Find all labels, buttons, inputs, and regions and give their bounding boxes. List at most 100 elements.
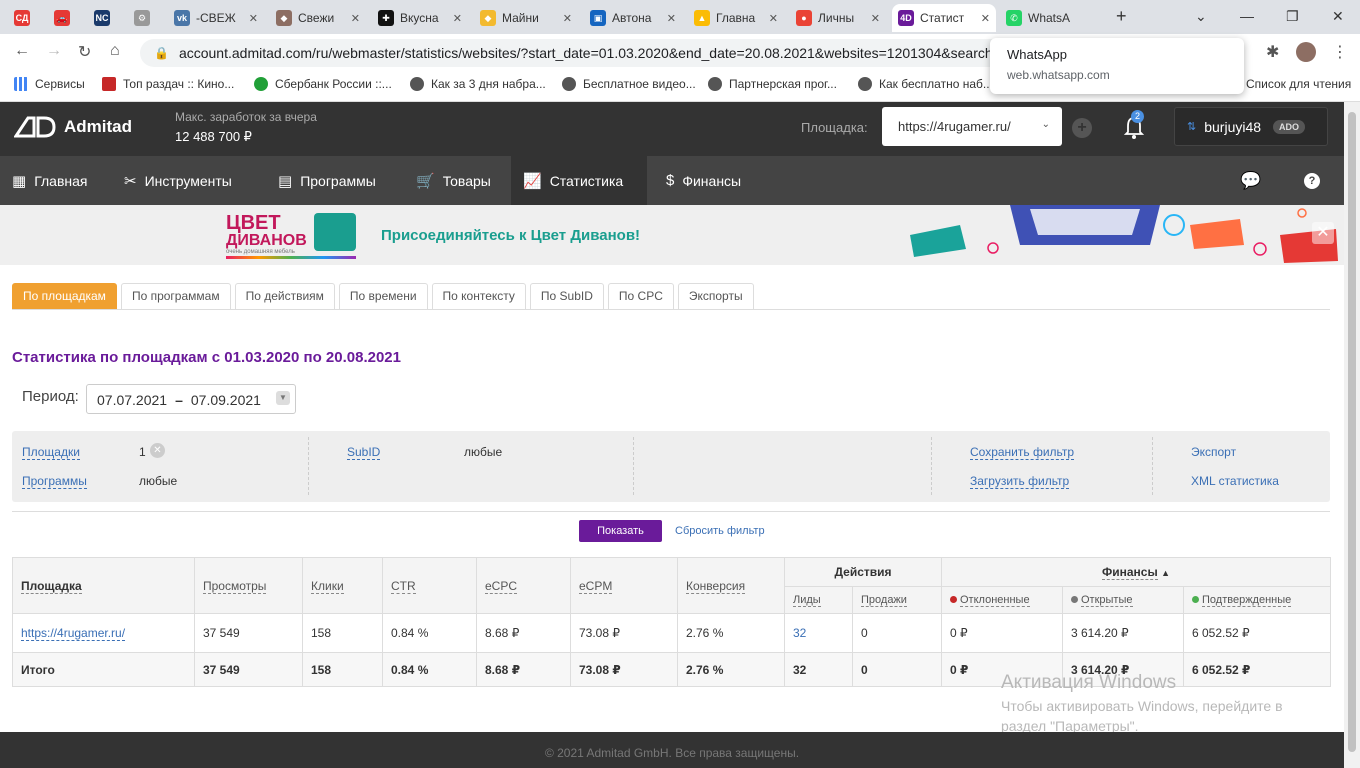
col-sales[interactable]: Продажи [852,586,942,614]
url-input[interactable]: 🔒 account.admitad.com/ru/webmaster/statis… [140,39,1020,67]
stats-tab[interactable]: По CPC [607,283,674,310]
bookmark-item[interactable]: Сбербанк России ::... [254,77,392,91]
col-conversion[interactable]: Конверсия [677,557,785,614]
close-tab-icon[interactable]: ✕ [981,12,990,25]
close-window-icon[interactable]: ✕ [1332,8,1344,25]
close-banner-icon[interactable]: ✕ [1312,222,1334,244]
browser-tab[interactable]: ◆ Свежи ✕ [270,4,366,32]
close-tab-icon[interactable]: ✕ [563,12,572,25]
forward-icon[interactable]: → [46,42,62,60]
col-ecpc[interactable]: eCPC [476,557,571,614]
close-tab-icon[interactable]: ✕ [667,12,676,25]
browser-tab[interactable]: NC [88,4,126,32]
user-menu[interactable]: ⇅ burjuyi48 ADO [1174,107,1328,146]
col-ctr[interactable]: CTR [382,557,477,614]
col-leads[interactable]: Лиды [784,586,853,614]
tab-favicon-icon: ◆ [480,10,496,26]
col-rejected[interactable]: Отклоненные [941,586,1063,614]
stats-tab[interactable]: По площадкам [12,283,117,310]
stats-tab[interactable]: По времени [338,283,428,310]
bookmark-item[interactable]: Топ раздач :: Кино... [102,77,234,91]
browser-tab[interactable]: ▣ Автона ✕ [584,4,682,32]
chat-icon[interactable]: 💬 [1228,156,1273,205]
scrollbar-thumb[interactable] [1348,112,1356,752]
browser-tab[interactable]: 4D Статист ✕ [892,4,996,32]
bookmark-item[interactable]: Как бесплатно наб... [858,77,993,91]
maximize-icon[interactable]: ❐ [1286,8,1299,25]
stats-tab[interactable]: По действиям [234,283,335,310]
col-open[interactable]: Открытые [1062,586,1184,614]
col-confirmed[interactable]: Подтвержденные [1183,586,1331,614]
new-tab-icon[interactable]: + [1116,6,1127,27]
browser-tab[interactable]: ▲ Главна ✕ [688,4,784,32]
tab-search-icon[interactable]: ⌄ [1195,8,1207,25]
site-link[interactable]: https://4rugamer.ru/ [21,626,126,641]
close-tab-icon[interactable]: ✕ [351,12,360,25]
nav-finance[interactable]: $ Финансы [654,156,753,205]
scrollbar[interactable] [1344,102,1360,768]
reading-list[interactable]: Список для чтения [1246,77,1351,91]
earnings-label: Макс. заработок за вчера [175,110,317,124]
browser-tab[interactable]: vk -СВЕЖ ✕ [168,4,264,32]
period-selector[interactable]: 07.07.2021–07.09.2021 ▼ [86,384,296,414]
col-group-finance[interactable]: Финансы ▲ [941,557,1331,587]
col-site[interactable]: Площадка [12,557,195,614]
minimize-icon[interactable]: — [1240,8,1254,24]
browser-menu-icon[interactable]: ⋮ [1332,42,1348,62]
stats-tab[interactable]: Экспорты [677,283,754,310]
banner-text: Присоединяйтесь к Цвет Диванов! [381,227,641,244]
filter-subid-link[interactable]: SubID [347,445,381,460]
help-icon[interactable]: ? [1292,156,1332,205]
show-button[interactable]: Показать [579,520,662,542]
period-to: 07.09.2021 [190,392,261,408]
platform-select[interactable]: https://4rugamer.ru/ ⌄ [882,107,1062,146]
nav-statistics[interactable]: 📈 Статистика [511,156,647,205]
back-icon[interactable]: ← [14,42,30,60]
xml-stats-link[interactable]: XML статистика [1191,474,1279,488]
stats-tab[interactable]: По программам [120,283,231,310]
add-platform-button[interactable]: + [1072,118,1092,138]
tab-favicon-icon: 🚗 [54,10,70,26]
col-ecpm[interactable]: eCPM [570,557,678,614]
bookmark-item[interactable]: Как за 3 дня набра... [410,77,546,91]
home-icon[interactable]: ⌂ [110,42,120,60]
col-views[interactable]: Просмотры [194,557,303,614]
cell-leads-link[interactable]: 32 [784,613,853,653]
browser-tab[interactable]: ● Личны ✕ [790,4,886,32]
browser-tab[interactable]: ◆ Майни ✕ [474,4,578,32]
clear-sites-icon[interactable]: ✕ [150,443,165,458]
extensions-icon[interactable]: ✱ [1266,42,1279,62]
apps-icon [14,77,28,91]
close-tab-icon[interactable]: ✕ [871,12,880,25]
browser-tab[interactable]: ⚙ [128,4,166,32]
stats-tab[interactable]: По SubID [529,283,604,310]
browser-tab[interactable]: ✚ Вкусна ✕ [372,4,468,32]
reset-filter-link[interactable]: Сбросить фильтр [675,525,765,537]
filter-programs-link[interactable]: Программы [22,474,87,489]
save-filter-link[interactable]: Сохранить фильтр [970,445,1075,460]
browser-tab[interactable]: 🚗 [48,4,86,32]
col-clicks[interactable]: Клики [302,557,383,614]
export-link[interactable]: Экспорт [1191,445,1236,459]
cell-leads: 32 [784,652,853,687]
nav-programs[interactable]: ▤ Программы [266,156,388,205]
filter-sites-link[interactable]: Площадки [22,445,80,460]
profile-avatar[interactable] [1296,42,1316,62]
bookmark-item[interactable]: Бесплатное видео... [562,77,696,91]
close-tab-icon[interactable]: ✕ [249,12,258,25]
reload-icon[interactable]: ↻ [78,42,91,62]
browser-tab[interactable]: СД [8,4,46,32]
nav-tools[interactable]: ✂ Инструменты [112,156,244,205]
bookmark-apps[interactable]: Сервисы [14,77,85,91]
browser-tab[interactable]: ✆ WhatsA [1000,4,1104,32]
cell-site[interactable]: https://4rugamer.ru/ [12,613,195,653]
nav-home[interactable]: ▦ Главная [0,156,99,205]
load-filter-link[interactable]: Загрузить фильтр [970,474,1070,489]
stats-tab[interactable]: По контексту [431,283,526,310]
nav-goods[interactable]: 🛒 Товары [404,156,503,205]
close-tab-icon[interactable]: ✕ [769,12,778,25]
bookmark-item[interactable]: Партнерская прог... [708,77,837,91]
close-tab-icon[interactable]: ✕ [453,12,462,25]
admitad-logo[interactable]: Admitad [14,116,132,138]
promo-banner[interactable]: ЦВЕТ ДИВАНОВ очень домашняя мебель Присо… [0,205,1344,265]
